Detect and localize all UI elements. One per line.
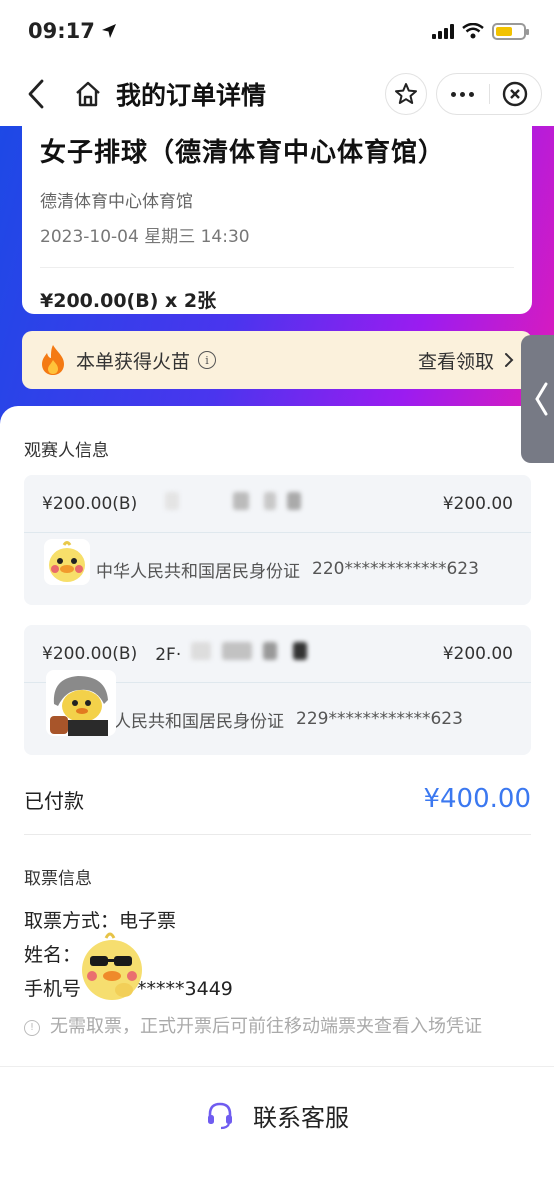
view-claim-link[interactable]: 查看领取 xyxy=(418,347,514,374)
id-type: 中华人民共和国居民身份证 xyxy=(96,561,300,582)
payment-amount: ¥400.00 xyxy=(423,784,531,814)
back-button[interactable] xyxy=(18,76,54,112)
pickup-method: 取票方式：电子票 xyxy=(24,910,177,932)
contact-support-button[interactable]: 联系客服 xyxy=(205,1095,349,1135)
side-drawer-handle[interactable] xyxy=(521,335,554,463)
chevron-left-icon xyxy=(28,79,44,109)
ticket-seat xyxy=(155,492,302,515)
cartoon-avatar-sticker-icon xyxy=(46,670,116,736)
chevron-right-icon xyxy=(505,353,514,367)
event-card: 女子排球（德清体育中心体育馆） 德清体育中心体育馆 2023-10-04 星期三… xyxy=(22,126,532,314)
contact-support-label: 联系客服 xyxy=(253,1103,349,1132)
event-datetime: 2023-10-04 星期三 14:30 xyxy=(40,227,250,247)
close-button[interactable] xyxy=(489,81,541,107)
info-icon[interactable]: i xyxy=(198,351,217,369)
spectator-section-title: 观赛人信息 xyxy=(24,441,109,461)
view-claim-label: 查看领取 xyxy=(417,350,494,373)
home-button[interactable] xyxy=(70,76,106,112)
status-time: 09:17 xyxy=(28,19,117,43)
event-venue: 德清体育中心体育馆 xyxy=(40,192,193,212)
footer-bar: 联系客服 xyxy=(0,1066,554,1200)
ticket-tier: ¥200.00(B) xyxy=(42,493,138,514)
page-title: 我的订单详情 xyxy=(116,81,267,110)
event-price-quantity: ¥200.00(B) x 2张 xyxy=(40,290,217,312)
close-circle-icon xyxy=(503,81,528,107)
battery-icon xyxy=(492,22,529,40)
ticket-amount: ¥200.00 xyxy=(442,493,513,514)
sunglasses-duck-sticker-icon xyxy=(82,932,142,1000)
ticket-amount: ¥200.00 xyxy=(442,643,513,664)
ticket-tier: ¥200.00(B) xyxy=(42,643,138,664)
status-bar: 09:17 xyxy=(0,0,554,62)
event-title: 女子排球（德清体育中心体育馆） xyxy=(40,138,446,168)
more-button[interactable] xyxy=(437,91,489,97)
id-number: 229************623 xyxy=(296,709,463,729)
duck-sticker-icon xyxy=(44,539,90,585)
spectator-ticket-card: ¥200.00(B) ¥200.00 中华人民共和国居民身份证 220*****… xyxy=(24,475,531,605)
time-text: 09:17 xyxy=(28,19,95,43)
id-number: 220************623 xyxy=(312,559,479,579)
chevron-left-icon xyxy=(535,382,548,416)
payment-label: 已付款 xyxy=(24,788,84,813)
pickup-notice: ! 无需取票，正式开票后可前往移动端票夹查看入场凭证 xyxy=(24,1008,524,1046)
miniapp-capsule xyxy=(436,73,542,115)
info-icon: ! xyxy=(24,1020,40,1036)
fire-reward-label: 本单获得火苗 xyxy=(76,350,191,373)
payment-row: 已付款 ¥400.00 xyxy=(24,784,531,814)
location-arrow-icon xyxy=(101,24,116,38)
wifi-icon xyxy=(462,23,484,39)
flame-icon xyxy=(42,345,64,375)
star-icon xyxy=(395,83,417,104)
fire-reward-bar[interactable]: 本单获得火苗 i 查看领取 xyxy=(22,331,532,389)
home-icon xyxy=(76,81,100,107)
pickup-name: 姓名： xyxy=(24,944,82,966)
favorite-button[interactable] xyxy=(385,73,427,115)
nav-bar: 我的订单详情 xyxy=(0,62,554,126)
id-type: 人民共和国居民身份证 xyxy=(114,711,284,732)
status-icons xyxy=(432,22,529,40)
signal-icon xyxy=(432,23,454,39)
headset-icon xyxy=(208,1102,232,1130)
ticket-seat: 2F· xyxy=(155,642,307,665)
pickup-section-title: 取票信息 xyxy=(24,869,92,889)
